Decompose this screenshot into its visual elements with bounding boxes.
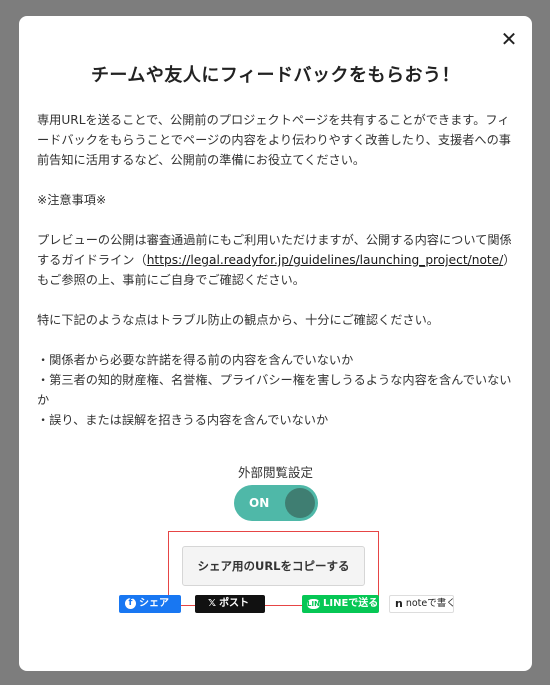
- guideline-link[interactable]: https://legal.readyfor.jp/guidelines/lau…: [147, 253, 504, 267]
- toggle-knob: [285, 488, 315, 518]
- note-write-button[interactable]: n noteで書く: [389, 595, 456, 613]
- modal-body: 専用URLを送ることで、公開前のプロジェクトページを共有することができます。フィ…: [37, 110, 517, 430]
- check-list: ・関係者から必要な許諾を得る前の内容を含んでいないか ・第三者の知的財産権、名誉…: [37, 350, 517, 430]
- line-send-label: LINEで送る: [323, 598, 379, 609]
- preview-guideline-text: プレビューの公開は審査通過前にもご利用いただけますが、公開する内容について関係す…: [37, 230, 517, 290]
- close-icon[interactable]: ✕: [498, 28, 520, 50]
- facebook-share-label: シェア: [139, 598, 169, 609]
- x-post-button[interactable]: 𝕏 ポスト: [195, 595, 265, 613]
- intro-text: 専用URLを送ることで、公開前のプロジェクトページを共有することができます。フィ…: [37, 113, 511, 167]
- list-item: ・誤り、または誤解を招きうる内容を含んでいないか: [37, 413, 329, 427]
- list-item: ・第三者の知的財産権、名誉権、プライバシー権を害しうるような内容を含んでいないか: [37, 373, 512, 407]
- modal-title: チームや友人にフィードバックをもらおう！: [90, 65, 461, 86]
- check-intro: 特に下記のような点はトラブル防止の観点から、十分にご確認ください。: [37, 313, 439, 327]
- facebook-share-button[interactable]: f シェア: [119, 595, 181, 613]
- note-icon: n: [395, 597, 403, 610]
- notice-heading: ※注意事項※: [37, 193, 107, 207]
- feedback-share-modal: ✕ チームや友人にフィードバックをもらおう！ 専用URLを送ることで、公開前のプ…: [19, 16, 532, 671]
- x-post-label: ポスト: [219, 598, 250, 609]
- external-view-label: 外部閲覧設定: [237, 465, 313, 480]
- line-send-button[interactable]: LINELINEで送る: [302, 595, 379, 613]
- x-icon: 𝕏: [208, 598, 217, 609]
- line-icon: LINE: [307, 599, 325, 609]
- toggle-state-label: ON: [249, 496, 270, 510]
- copy-share-url-button[interactable]: シェア用のURLをコピーする: [182, 546, 365, 586]
- note-write-label: noteで書く: [405, 598, 456, 609]
- list-item: ・関係者から必要な許諾を得る前の内容を含んでいないか: [37, 353, 354, 367]
- external-view-toggle[interactable]: ON: [234, 485, 318, 521]
- facebook-icon: f: [125, 598, 136, 609]
